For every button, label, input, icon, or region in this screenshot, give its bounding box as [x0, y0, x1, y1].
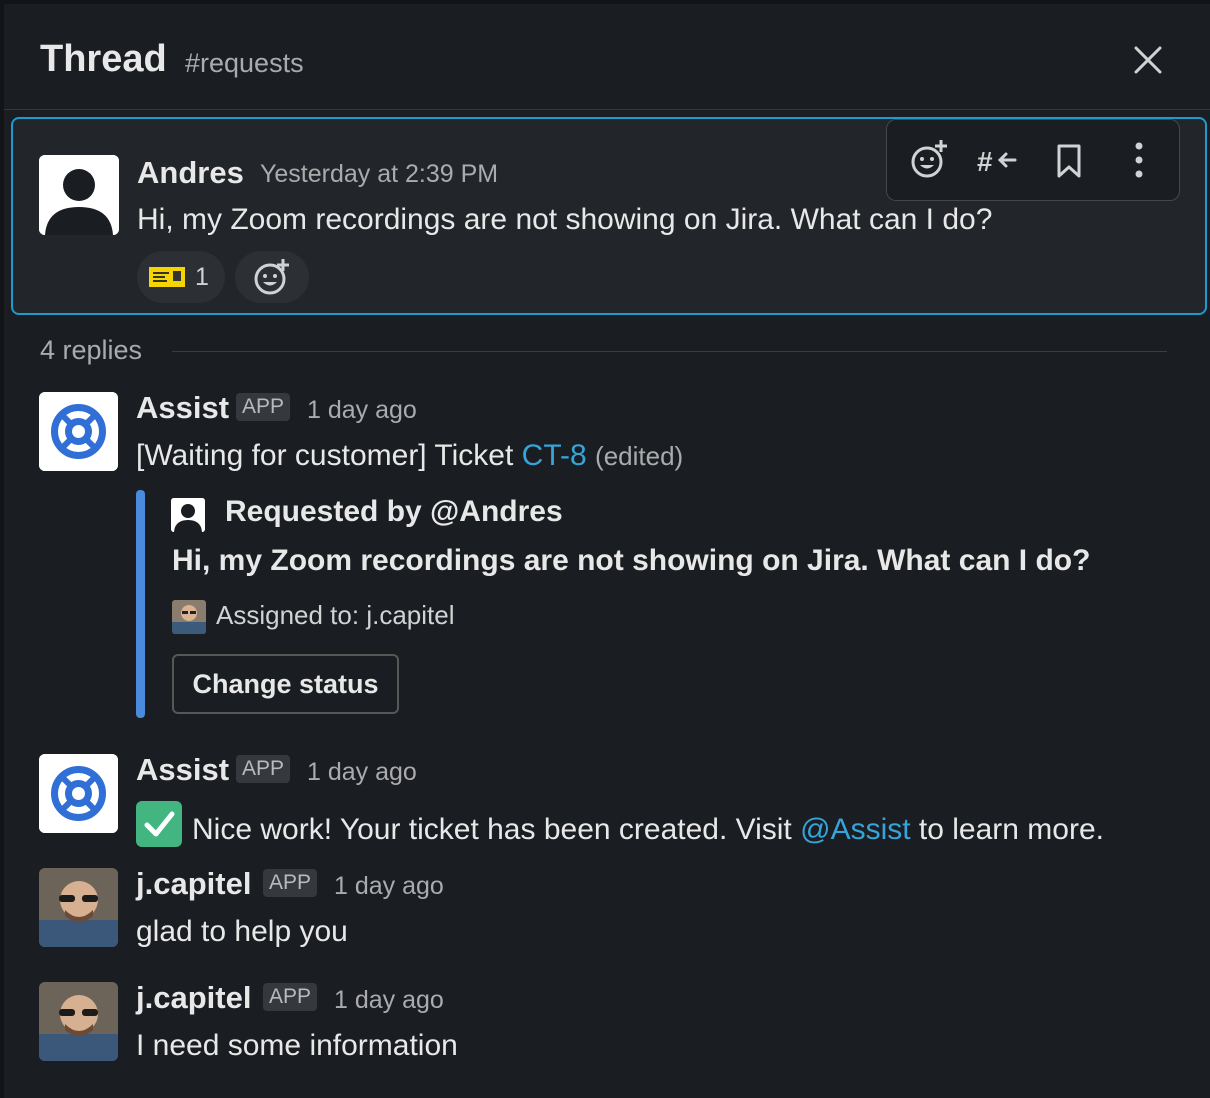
bookmark-icon[interactable]: [1047, 138, 1091, 182]
more-actions-icon[interactable]: [1117, 138, 1161, 182]
message-text: I need some information: [136, 1029, 458, 1062]
message-text: Hi, my Zoom recordings are not showing o…: [137, 203, 993, 236]
edited-label: (edited): [595, 441, 684, 471]
default-user-icon: [171, 498, 205, 532]
message-timestamp[interactable]: 1 day ago: [307, 396, 417, 425]
message-text: glad to help you: [136, 915, 348, 948]
message-timestamp[interactable]: 1 day ago: [334, 986, 444, 1015]
assist-avatar-icon[interactable]: [39, 392, 118, 471]
message-text: Nice work! Your ticket has been created.…: [136, 801, 1104, 847]
message-author[interactable]: Assist: [136, 390, 229, 426]
message-timestamp[interactable]: 1 day ago: [334, 872, 444, 901]
default-user-icon: [39, 155, 119, 235]
assignee-avatar: [172, 600, 206, 634]
share-to-channel-icon[interactable]: #: [975, 138, 1019, 182]
check-mark-icon: [136, 801, 182, 847]
message-actions-toolbar: #: [886, 119, 1180, 201]
replies-divider: 4 replies: [40, 333, 1167, 373]
app-badge: APP: [263, 983, 318, 1011]
add-reaction-button[interactable]: [235, 251, 309, 303]
avatar[interactable]: [39, 982, 118, 1061]
avatar[interactable]: [39, 868, 118, 947]
thread-channel-link[interactable]: #requests: [185, 48, 304, 79]
app-badge: APP: [236, 393, 291, 421]
svg-text:#: #: [977, 146, 993, 177]
message-author[interactable]: j.capitel: [136, 980, 251, 1016]
ticket-attachment: Requested by @Andres Hi, my Zoom recordi…: [136, 490, 1136, 718]
assist-mention-link[interactable]: @Assist: [800, 813, 910, 846]
message-author[interactable]: Andres: [137, 155, 244, 191]
window-frame-left: [0, 0, 4, 1098]
replies-count: 4 replies: [40, 335, 143, 365]
message-author[interactable]: Assist: [136, 752, 229, 788]
reaction-count: 1: [195, 263, 209, 291]
app-badge: APP: [236, 755, 291, 783]
requested-by: Requested by @Andres: [225, 495, 563, 528]
app-badge: APP: [263, 869, 318, 897]
reaction-pill[interactable]: 1: [137, 251, 225, 303]
ticket-description: Hi, my Zoom recordings are not showing o…: [172, 544, 1091, 577]
message-text: [Waiting for customer] Ticket CT-8 (edit…: [136, 439, 684, 472]
close-icon[interactable]: [1126, 38, 1170, 82]
add-reaction-icon[interactable]: [907, 138, 951, 182]
message-timestamp[interactable]: 1 day ago: [307, 758, 417, 787]
message-timestamp[interactable]: Yesterday at 2:39 PM: [260, 160, 498, 189]
parent-message[interactable]: Andres Yesterday at 2:39 PM Hi, my Zoom …: [11, 117, 1207, 315]
avatar[interactable]: [39, 155, 119, 235]
add-reaction-icon: [254, 259, 289, 295]
assigned-to: Assigned to: j.capitel: [216, 600, 455, 630]
change-status-button[interactable]: Change status: [172, 654, 399, 714]
thread-header: Thread #requests: [4, 4, 1210, 110]
thread-title: Thread: [40, 38, 167, 80]
ticket-icon: [149, 267, 185, 287]
ticket-link[interactable]: CT-8: [522, 439, 587, 472]
attachment-bar: [136, 490, 145, 718]
assist-avatar-icon[interactable]: [39, 754, 118, 833]
message-author[interactable]: j.capitel: [136, 866, 251, 902]
divider: [172, 351, 1167, 352]
